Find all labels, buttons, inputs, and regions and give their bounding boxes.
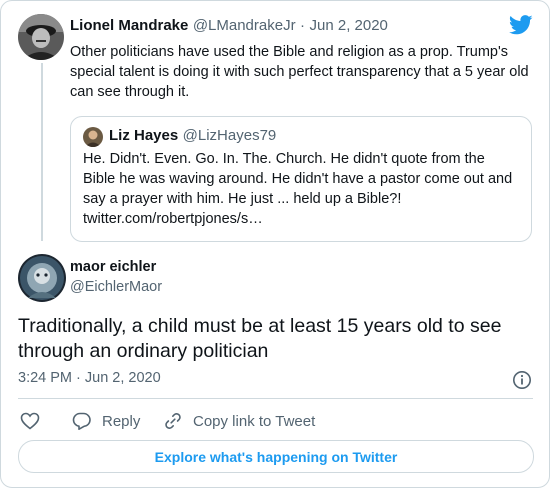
twitter-bird-icon[interactable]	[509, 15, 533, 35]
quoted-tweet-card[interactable]: Liz Hayes @LizHayes79 He. Didn't. Even. …	[70, 116, 532, 242]
main-author-handle[interactable]: @EichlerMaor	[70, 279, 162, 295]
link-icon	[165, 413, 181, 429]
embedded-tweet-card: Lionel Mandrake @LMandrakeJr · Jun 2, 20…	[0, 0, 550, 488]
reply-icon	[72, 412, 91, 430]
reply-label[interactable]: Reply	[102, 413, 140, 430]
parent-tweet-text: Other politicians have used the Bible an…	[70, 44, 529, 100]
parent-author-name[interactable]: Lionel Mandrake	[70, 17, 188, 34]
info-icon[interactable]	[512, 370, 532, 390]
explore-twitter-button[interactable]: Explore what's happening on Twitter	[18, 440, 534, 473]
actions-divider	[18, 398, 533, 399]
like-action[interactable]	[20, 411, 40, 431]
thread-connector-line	[41, 63, 43, 241]
lionel-mandrake-avatar[interactable]	[18, 14, 64, 60]
heart-icon	[20, 412, 40, 430]
quoted-author-name: Liz Hayes	[109, 127, 179, 144]
copy-link-action[interactable]: Copy link to Tweet	[163, 411, 315, 431]
reply-action[interactable]: Reply	[72, 411, 140, 431]
parent-separator: ·	[300, 17, 306, 34]
main-tweet-text: Traditionally, a child must be at least …	[18, 315, 502, 362]
quoted-tweet-text: He. Didn't. Even. Go. In. The. Church. H…	[83, 151, 513, 227]
main-author-name[interactable]: maor eichler	[70, 259, 156, 275]
copy-link-label[interactable]: Copy link to Tweet	[193, 413, 315, 430]
parent-date[interactable]: Jun 2, 2020	[310, 17, 388, 34]
quoted-author-handle: @LizHayes79	[182, 127, 277, 144]
parent-author-handle[interactable]: @LMandrakeJr	[193, 17, 296, 34]
liz-hayes-avatar	[83, 127, 103, 147]
tweet-timestamp[interactable]: 3:24 PM · Jun 2, 2020	[18, 370, 161, 386]
maor-eichler-avatar[interactable]	[18, 254, 66, 302]
